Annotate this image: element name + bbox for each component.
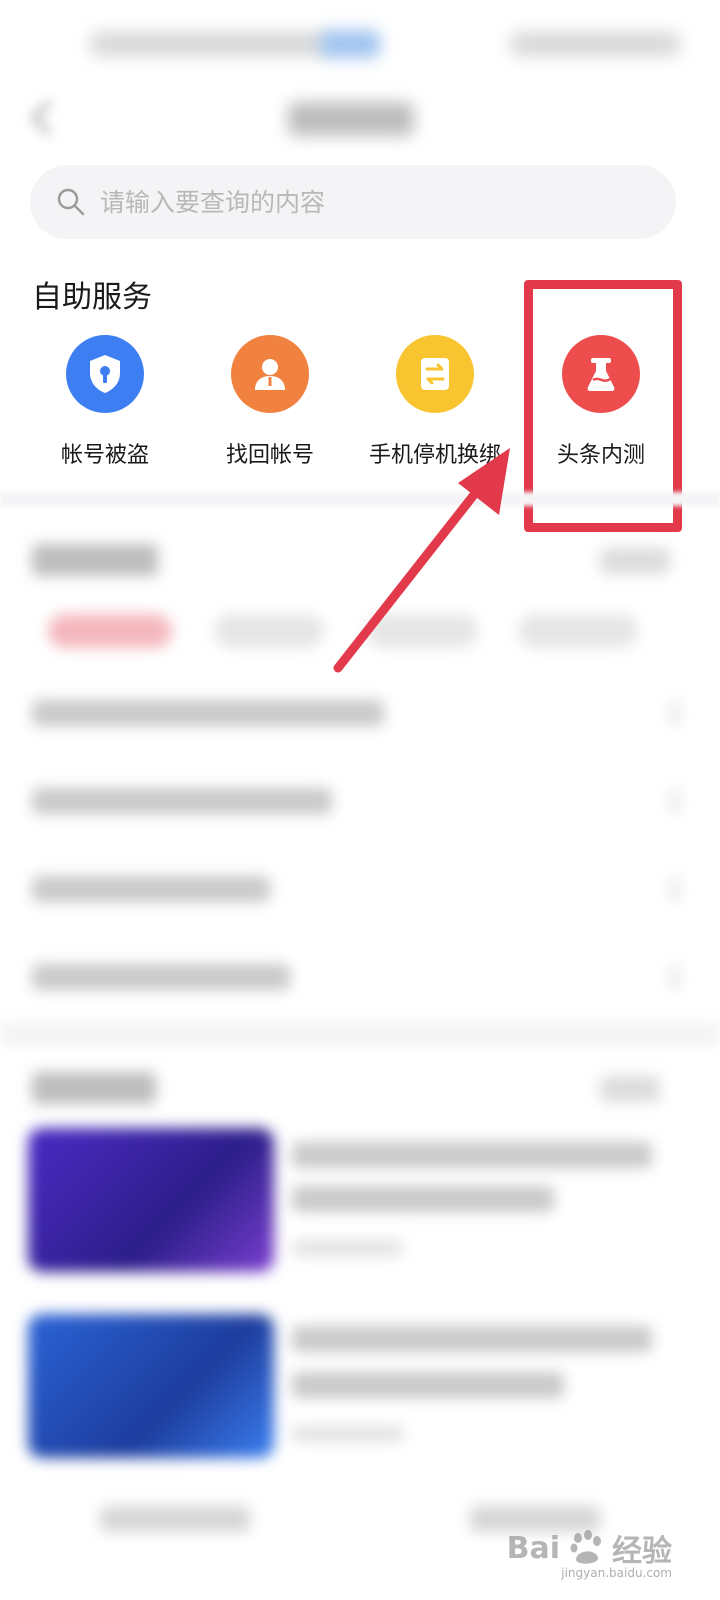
watermark-brand: Bai	[506, 1530, 560, 1566]
back-arrow-icon[interactable]	[24, 96, 60, 140]
blurred-article-meta	[292, 1426, 404, 1442]
blurred-article-meta	[292, 1240, 402, 1256]
service-label: 找回帐号	[225, 443, 314, 468]
blurred-content	[0, 506, 720, 1600]
blurred-article-title	[292, 1326, 652, 1352]
blurred-question-row	[32, 700, 384, 726]
blurred-category-chip	[214, 614, 324, 648]
blurred-question-row	[32, 964, 290, 990]
chevron-right-icon	[662, 964, 676, 990]
status-bar	[0, 0, 720, 80]
service-label: 手机停机换绑	[368, 443, 501, 468]
blurred-more-link	[600, 548, 670, 574]
blurred-article-title	[292, 1142, 652, 1168]
blurred-question-row	[32, 876, 270, 902]
blurred-category-chip	[518, 614, 638, 648]
baidu-jingyan-watermark: Bai 经验 jingyan.baidu.com	[506, 1526, 672, 1580]
section-divider	[0, 492, 720, 506]
service-account-stolen[interactable]: 帐号被盗	[20, 335, 190, 469]
service-phone-rebind[interactable]: 手机停机换绑	[350, 335, 520, 469]
search-icon	[57, 188, 85, 216]
blurred-article-thumbnail	[28, 1128, 274, 1272]
blurred-category-chip	[366, 614, 478, 648]
blurred-section-title	[32, 544, 158, 576]
status-bar-left-blur	[90, 32, 330, 56]
paw-logo-icon	[570, 1530, 601, 1564]
status-bar-right-blur	[510, 32, 680, 56]
watermark-brand-suffix: 经验	[612, 1534, 672, 1569]
swap-icon	[396, 335, 474, 413]
self-service-title: 自助服务	[32, 280, 152, 315]
user-icon	[231, 335, 309, 413]
search-input[interactable]	[100, 182, 620, 222]
blurred-article-title	[292, 1372, 564, 1398]
blurred-more-link	[600, 1076, 660, 1102]
chevron-right-icon	[662, 876, 676, 902]
page-title-blur	[288, 102, 414, 136]
service-recover-account[interactable]: 找回帐号	[185, 335, 355, 469]
service-label: 帐号被盗	[60, 443, 149, 468]
shield-lock-icon	[66, 335, 144, 413]
blurred-section-title	[32, 1072, 156, 1104]
blurred-category-chip	[48, 614, 172, 648]
watermark-domain: jingyan.baidu.com	[561, 1566, 672, 1580]
blurred-question-row	[32, 788, 332, 814]
chevron-right-icon	[662, 700, 676, 726]
status-bar-indicator-blur	[320, 30, 380, 58]
nav-bar	[0, 80, 720, 160]
blurred-divider	[0, 1022, 720, 1046]
blurred-article-thumbnail	[28, 1314, 274, 1458]
blurred-article-title	[292, 1186, 554, 1212]
chevron-right-icon	[662, 788, 676, 814]
search-bar[interactable]	[30, 165, 676, 239]
blurred-bottom-action	[100, 1506, 250, 1532]
